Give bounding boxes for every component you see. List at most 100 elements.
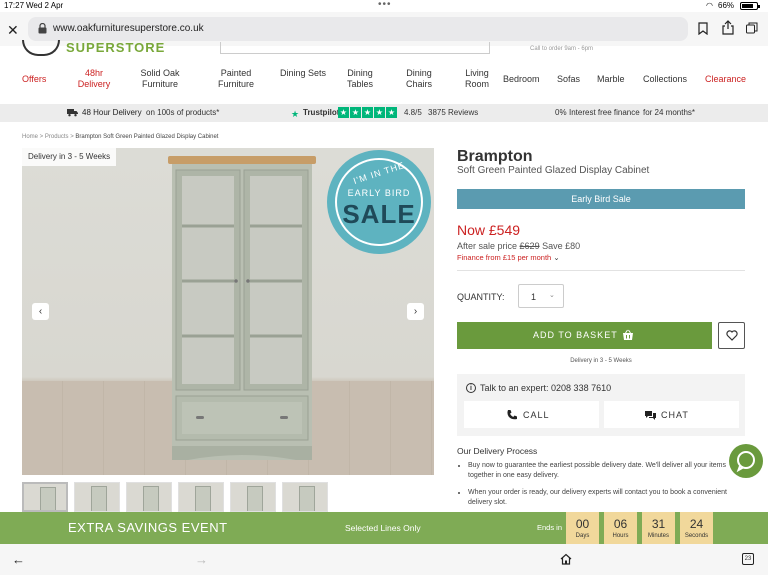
address-bar[interactable]: www.oakfurnituresuperstore.co.uk xyxy=(28,17,688,41)
tab-count[interactable]: 23 xyxy=(742,553,754,565)
finance-percent: 0% xyxy=(555,108,567,117)
quantity-select[interactable]: 1 ⌄ xyxy=(518,284,564,308)
browser-bottom-toolbar: ← → 23 xyxy=(0,544,768,575)
chevron-down-icon: ⌄ xyxy=(549,292,555,299)
usp-bar: 48 Hour Delivery on 100s of products* ★ … xyxy=(0,104,768,122)
usp-finance-detail: for 24 months* xyxy=(643,108,696,117)
finance-link[interactable]: Finance from £15 per month ⌄ xyxy=(457,253,560,262)
usp-delivery[interactable]: 48 Hour Delivery xyxy=(82,108,142,117)
wishlist-button[interactable] xyxy=(718,322,745,349)
nav-item[interactable]: Dining Sets xyxy=(279,68,327,79)
add-to-basket-label: ADD TO BASKET xyxy=(533,330,618,340)
delivery-process-list: Buy now to guarantee the earliest possib… xyxy=(468,461,738,515)
nav-item[interactable]: Dining Chairs xyxy=(395,68,443,90)
bookmark-icon[interactable] xyxy=(698,22,708,35)
badge-mid-text: EARLY BIRD xyxy=(347,188,411,198)
nav-item[interactable]: Sofas xyxy=(557,74,580,85)
share-icon[interactable] xyxy=(722,20,734,35)
star-icon: ★ xyxy=(374,107,385,118)
gallery-thumbnail[interactable] xyxy=(74,482,120,512)
product-image[interactable]: Delivery in 3 - 5 Weeks I'M IN THE EARLY… xyxy=(22,148,434,475)
nav-item[interactable]: Clearance xyxy=(705,74,746,85)
after-sale-label: After sale price xyxy=(457,241,518,251)
countdown-unit: Hours xyxy=(612,533,629,539)
nav-item[interactable]: Living Room xyxy=(453,68,501,90)
nav-item[interactable]: Solid Oak Furniture xyxy=(136,68,184,90)
breadcrumb: Home > Products > Brampton Soft Green Pa… xyxy=(22,134,219,140)
chat-bubble-icon xyxy=(736,451,755,473)
breadcrumb-current: Brampton Soft Green Painted Glazed Displ… xyxy=(75,134,219,140)
chat-button[interactable]: CHAT xyxy=(604,401,739,428)
phone-icon xyxy=(507,410,517,420)
quantity-label: QUANTITY: xyxy=(457,292,505,302)
nav-item[interactable]: Dining Tables xyxy=(336,68,384,90)
search-input[interactable] xyxy=(220,42,490,54)
delivery-point: Buy now to guarantee the earliest possib… xyxy=(468,461,738,481)
logo[interactable]: SUPERSTORE xyxy=(66,40,165,55)
gallery-thumbnail[interactable] xyxy=(22,482,68,512)
call-button[interactable]: CALL xyxy=(464,401,599,428)
saving: Save £80 xyxy=(542,241,581,251)
status-bar: 17:27 Wed 2 Apr ••• ◠ 66% xyxy=(0,0,768,12)
trustpilot-reviews[interactable]: 3875 Reviews xyxy=(428,108,478,117)
star-icon: ★ xyxy=(350,107,361,118)
delivery-note: Delivery in 3 - 5 Weeks xyxy=(570,358,632,364)
nav-item[interactable]: Painted Furniture xyxy=(212,68,260,90)
prev-image-button[interactable]: ‹ xyxy=(32,303,49,320)
star-icon: ★ xyxy=(386,107,397,118)
countdown-seconds: 24 Seconds xyxy=(680,512,713,544)
product-title: Brampton xyxy=(457,148,533,165)
countdown-hours: 06 Hours xyxy=(604,512,637,544)
gallery-thumbnail[interactable] xyxy=(178,482,224,512)
trustpilot-stars: ★ ★ ★ ★ ★ xyxy=(338,107,397,119)
expert-phone[interactable]: Talk to an expert: 0208 338 7610 xyxy=(480,383,611,393)
logo-emblem[interactable] xyxy=(22,40,60,56)
countdown-value: 31 xyxy=(651,517,666,531)
countdown-banner[interactable]: EXTRA SAVINGS EVENT Selected Lines Only … xyxy=(0,512,768,544)
divider xyxy=(457,270,745,271)
gallery-thumbnail[interactable] xyxy=(126,482,172,512)
gallery-thumbnail[interactable] xyxy=(282,482,328,512)
nav-item[interactable]: Collections xyxy=(643,74,687,85)
expert-panel: i Talk to an expert: 0208 338 7610 CALL … xyxy=(457,374,745,436)
usp-finance[interactable]: Interest free finance xyxy=(569,108,640,117)
quantity-value: 1 xyxy=(531,292,537,302)
countdown-value: 00 xyxy=(575,517,590,531)
nav-item[interactable]: Bedroom xyxy=(503,74,540,85)
tabs-overview-icon[interactable] xyxy=(746,22,758,34)
clock: 17:27 xyxy=(4,1,25,10)
usp-delivery-detail: on 100s of products* xyxy=(146,108,220,117)
back-arrow-icon[interactable]: ← xyxy=(12,552,25,567)
nav-item[interactable]: Offers xyxy=(22,74,46,85)
breadcrumb-home[interactable]: Home xyxy=(22,134,38,140)
cabinet-photo xyxy=(168,156,316,460)
next-image-button[interactable]: › xyxy=(407,303,424,320)
trustpilot-label[interactable]: Trustpilot xyxy=(303,108,339,117)
breadcrumb-products[interactable]: Products xyxy=(45,134,69,140)
add-to-basket-button[interactable]: ADD TO BASKET xyxy=(457,322,712,349)
chat-label: CHAT xyxy=(661,410,689,420)
chevron-down-icon: ⌄ xyxy=(553,253,560,262)
delivery-van-icon xyxy=(67,109,78,117)
event-title: EXTRA SAVINGS EVENT xyxy=(68,520,228,535)
countdown-minutes: 31 Minutes xyxy=(642,512,675,544)
call-hours: Call to order 9am - 6pm xyxy=(530,46,594,52)
home-icon[interactable] xyxy=(560,553,572,565)
close-icon[interactable]: ✕ xyxy=(7,22,19,39)
countdown-value: 24 xyxy=(689,517,704,531)
gallery-thumbnail[interactable] xyxy=(230,482,276,512)
chat-icon xyxy=(645,411,656,420)
multitasking-dots-icon[interactable]: ••• xyxy=(378,0,392,10)
info-icon: i xyxy=(466,383,476,393)
main-nav: Offers 48hr Delivery Solid Oak Furniture Pa… xyxy=(0,68,768,94)
forward-arrow-icon[interactable]: → xyxy=(195,552,208,567)
trustpilot-rating: 4.8/5 xyxy=(404,108,422,117)
nav-item[interactable]: 48hr Delivery xyxy=(70,68,118,90)
sale-banner: Early Bird Sale xyxy=(457,189,745,209)
nav-item[interactable]: Marble xyxy=(597,74,625,85)
live-chat-button[interactable] xyxy=(729,444,763,478)
countdown-unit: Seconds xyxy=(684,533,709,539)
battery-percent: 66% xyxy=(718,1,735,10)
site-header: SUPERSTORE Call to order 9am - 6pm Offer… xyxy=(0,40,768,104)
delivery-tag: Delivery in 3 - 5 Weeks xyxy=(22,148,117,166)
